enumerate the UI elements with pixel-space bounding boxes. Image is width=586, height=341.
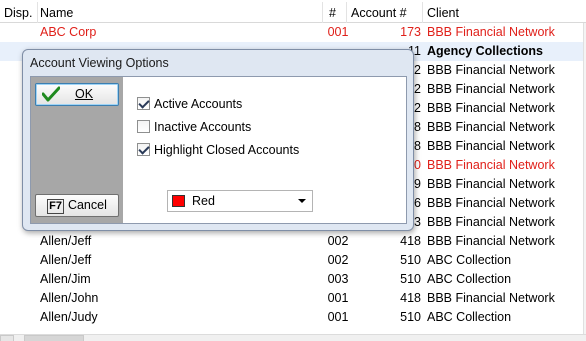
cell-client: BBB Financial Network: [427, 158, 555, 172]
cell-client: BBB Financial Network: [427, 234, 555, 248]
cell-client: ABC Collection: [427, 253, 512, 267]
cell-client: ABC Collection: [427, 310, 512, 324]
grid-header: Disp. Name # Account # Client: [0, 0, 586, 23]
cell-name: Allen/Jim: [40, 272, 91, 286]
table-row[interactable]: Allen/Jeff 002 418 BBB Financial Network: [0, 232, 586, 251]
column-header-account[interactable]: Account #: [351, 0, 407, 23]
cell-account: 510: [400, 272, 421, 286]
cell-client: BBB Financial Network: [427, 101, 555, 115]
column-header-client[interactable]: Client: [427, 0, 459, 23]
cell-number: 002: [327, 234, 349, 248]
cell-account: 418: [400, 291, 421, 305]
cell-client: ABC Collection: [427, 272, 512, 286]
column-header-name[interactable]: Name: [40, 0, 73, 23]
table-row[interactable]: Allen/Jeff 002 510 ABC Collection: [0, 251, 586, 270]
highlight-closed-accounts-label: Highlight Closed Accounts: [154, 143, 300, 157]
column-header-number[interactable]: #: [329, 0, 336, 23]
cell-account: 510: [400, 310, 421, 324]
chevron-down-icon[interactable]: [298, 199, 306, 203]
f7-key-icon: F7: [47, 199, 64, 214]
table-row[interactable]: ABC Corp 001 173 BBB Financial Network: [0, 23, 586, 42]
column-header-disp[interactable]: Disp.: [4, 0, 32, 23]
inactive-accounts-checkbox[interactable]: [137, 120, 150, 133]
cell-client: BBB Financial Network: [427, 82, 555, 96]
cell-client: BBB Financial Network: [427, 215, 555, 229]
dialog-body: OK F7 Cancel Active Accounts Inactive Acc…: [30, 76, 407, 224]
cell-number: 001: [327, 25, 349, 39]
active-accounts-label: Active Accounts: [154, 97, 243, 111]
cell-name: ABC Corp: [40, 25, 97, 39]
cancel-button[interactable]: F7 Cancel: [35, 194, 119, 217]
cell-number: 003: [327, 272, 349, 286]
table-row[interactable]: Allen/Judy 001 510 ABC Collection: [0, 308, 586, 327]
inactive-accounts-label: Inactive Accounts: [154, 120, 252, 134]
column-divider[interactable]: [422, 2, 423, 23]
cell-number: 001: [327, 310, 349, 324]
table-row[interactable]: Allen/John 001 418 BBB Financial Network: [0, 289, 586, 308]
button-panel: OK F7 Cancel: [31, 77, 123, 223]
dialog-title: Account Viewing Options: [30, 56, 169, 70]
color-select-value: Red: [192, 194, 215, 208]
cell-client: BBB Financial Network: [427, 25, 555, 39]
cell-account: 510: [400, 253, 421, 267]
cell-client: BBB Financial Network: [427, 196, 555, 210]
column-divider[interactable]: [37, 2, 38, 23]
cell-name: Allen/Judy: [40, 310, 98, 324]
cell-account: 418: [400, 234, 421, 248]
cell-number: 001: [327, 291, 349, 305]
cell-account: 173: [400, 25, 421, 39]
highlight-closed-accounts-checkbox[interactable]: [137, 143, 150, 156]
cell-client: Agency Collections: [427, 44, 543, 58]
ok-label: OK: [74, 87, 94, 101]
cell-name: Allen/John: [40, 291, 99, 305]
cell-number: 002: [327, 253, 349, 267]
cell-client: BBB Financial Network: [427, 291, 555, 305]
checkmark-icon: [42, 86, 60, 102]
ok-button[interactable]: OK: [35, 83, 119, 106]
cell-name: Allen/Jeff: [40, 253, 92, 267]
color-swatch: [172, 195, 185, 207]
cell-name: Allen/Jeff: [40, 234, 92, 248]
horizontal-scrollbar[interactable]: [0, 334, 586, 341]
cell-client: BBB Financial Network: [427, 177, 555, 191]
highlight-color-select[interactable]: Red: [167, 190, 313, 212]
cancel-label: Cancel: [67, 198, 107, 212]
column-divider[interactable]: [346, 2, 347, 23]
table-row[interactable]: Allen/Jim 003 510 ABC Collection: [0, 270, 586, 289]
scroll-left-button[interactable]: [0, 335, 14, 341]
cell-client: BBB Financial Network: [427, 63, 555, 77]
scroll-thumb[interactable]: [24, 335, 84, 341]
column-divider[interactable]: [322, 2, 323, 23]
cell-client: BBB Financial Network: [427, 139, 555, 153]
options-panel: Active Accounts Inactive Accounts Highli…: [123, 77, 406, 223]
active-accounts-checkbox[interactable]: [137, 97, 150, 110]
account-viewing-options-dialog: Account Viewing Options OK F7 Cancel Acti…: [22, 49, 414, 231]
cell-client: BBB Financial Network: [427, 120, 555, 134]
